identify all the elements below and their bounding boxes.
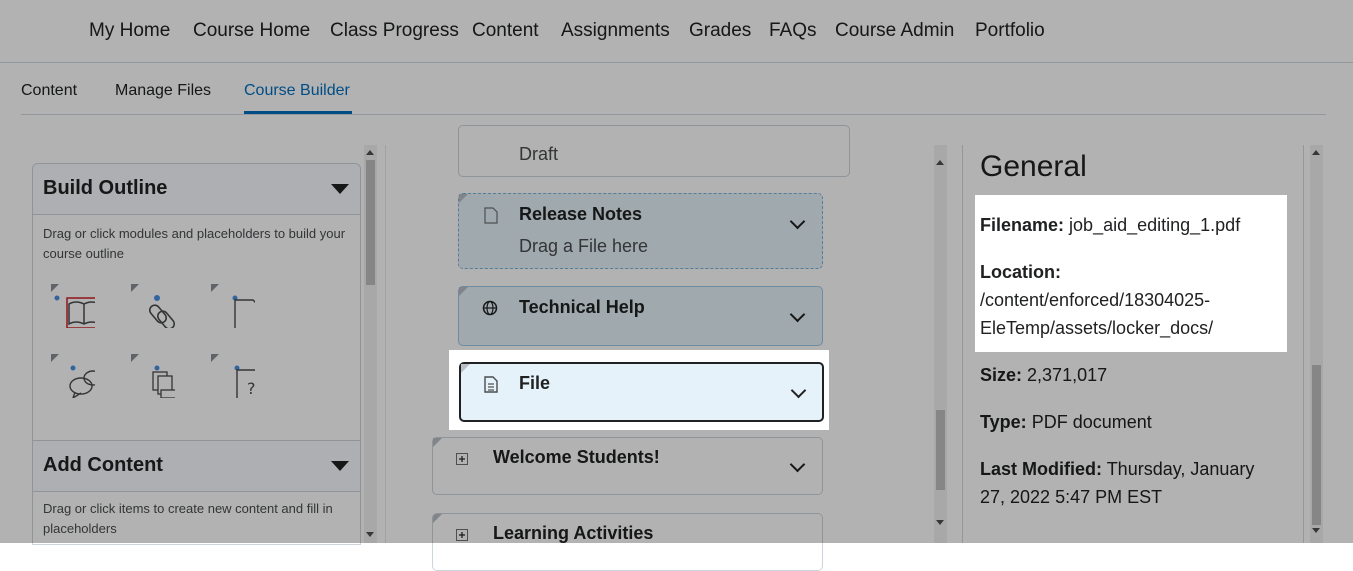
dim-overlay — [0, 0, 1353, 195]
filename-label: Filename: — [980, 215, 1065, 235]
dim-overlay — [1287, 195, 1353, 352]
dim-overlay — [0, 350, 449, 430]
location-value-line2: EleTemp/assets/locker_docs/ — [980, 318, 1214, 338]
file-label: File — [519, 373, 551, 393]
dim-overlay — [975, 352, 1353, 430]
location-label: Location: — [980, 262, 1061, 282]
file-icon — [484, 376, 498, 393]
outline-item-file[interactable]: File — [459, 362, 824, 422]
filename-row: Filename: job_aid_editing_1.pdf — [980, 211, 1240, 239]
location-value-line1: /content/enforced/18304025- — [980, 290, 1211, 310]
filename-value: job_aid_editing_1.pdf — [1069, 215, 1241, 235]
dim-overlay — [829, 350, 975, 430]
dim-overlay — [0, 195, 975, 350]
chevron-down-icon[interactable] — [790, 382, 807, 399]
dim-overlay — [0, 430, 1353, 543]
location-row: Location: /content/enforced/18304025- El… — [980, 258, 1213, 342]
